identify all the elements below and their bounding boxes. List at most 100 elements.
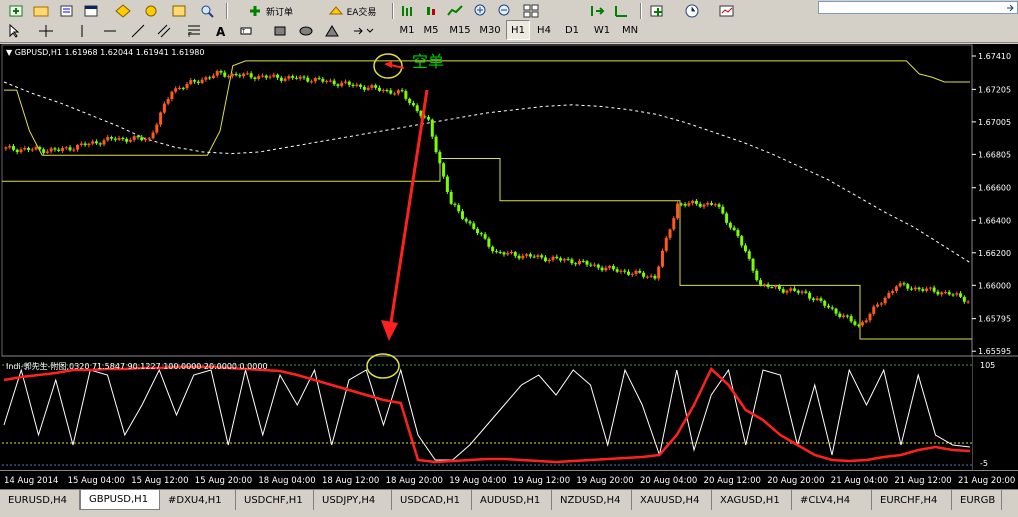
candle-body [672,218,676,230]
indicator-scale-top: 105 [980,361,995,370]
timeframe-m15[interactable]: M15 [446,20,474,40]
search-input[interactable] [818,1,1018,14]
candle-body [528,254,532,257]
timeframe-h1[interactable]: H1 [506,20,530,40]
timeframe-w1[interactable]: W1 [590,20,614,40]
candle-body [506,252,510,255]
expert-advisors-button[interactable]: EA交易 [316,2,388,20]
new-order-button[interactable]: 新订单 [232,2,308,20]
chart-tab[interactable]: USDCHF,H1 [236,490,314,510]
chart-tab[interactable]: EURGB [952,490,1002,510]
timeframe-h4[interactable]: H4 [532,20,556,40]
chart-shift-icon [615,6,627,17]
vertical-line-tool[interactable] [72,22,92,40]
chart-tab[interactable]: USDJPY,H4 [314,490,392,510]
candle-body [755,270,759,281]
candle-body [144,139,148,141]
autoscroll-button[interactable] [586,2,608,20]
price-tick-label: 1.66400 [978,216,1011,225]
cursor-tool[interactable] [4,22,24,40]
price-tick-label: 1.65595 [978,347,1011,356]
candle-body [253,77,257,79]
candle-body [249,73,253,78]
navigator-button[interactable] [112,2,134,20]
candle-body [294,77,298,79]
chart-tab[interactable]: AUDUSD,H1 [472,490,552,510]
timeframe-m30[interactable]: M30 [476,20,504,40]
strategy-tester-button[interactable] [168,2,190,20]
price-tick-label: 1.67205 [978,85,1011,94]
time-axis-label: 19 Aug 12:00 [513,476,570,486]
zoom-in-button[interactable] [470,2,492,20]
line-chart-button[interactable] [444,2,466,20]
arrows-tool[interactable] [348,22,378,40]
zoom-out-button[interactable] [494,2,516,20]
search-button[interactable] [196,2,218,20]
candle-body [227,76,231,78]
chart-window[interactable]: 1.67410 1.67205 1.67005 1.66805 1.66600 1.664… [0,44,1018,488]
crosshair-tool[interactable] [34,22,58,40]
timeframe-m1[interactable]: M1 [396,20,418,40]
horizontal-line-tool[interactable] [100,22,120,40]
data-window-icon [84,5,98,17]
templates-button[interactable] [714,2,740,20]
triangle-tool[interactable] [322,22,342,40]
candle-body [570,259,574,264]
fibonacci-tool[interactable]: F [184,22,204,40]
candle-body [362,86,366,90]
candle-body [479,233,483,235]
ellipse-tool[interactable] [296,22,316,40]
chart-tab[interactable]: #CLV4,H4 [792,490,872,510]
horizontal-line-icon [104,30,116,32]
indicator-info-line: Indi-郭先生-附图,0320 71.5847 90.1227 100.000… [6,361,268,371]
chart-shift-button[interactable] [610,2,632,20]
periods-button[interactable] [680,2,706,20]
candle-body [521,255,525,259]
chart-tab[interactable]: USDCAD,H1 [392,490,472,510]
market-watch-button[interactable] [56,2,78,20]
text-tool[interactable]: A [210,22,230,40]
price-chart[interactable]: 1.67410 1.67205 1.67005 1.66805 1.66600 1.664… [0,44,1018,470]
indicators-button[interactable] [646,2,672,20]
candlestick-button[interactable] [420,2,442,20]
chart-tab[interactable]: EURUSD,H4 [0,490,80,510]
chart-tab[interactable]: NZDUSD,H4 [552,490,632,510]
candle-body [642,272,646,277]
candle-body [600,267,604,271]
candle-body [60,148,64,151]
svg-text:F: F [188,31,192,38]
timeframe-m5[interactable]: M5 [420,20,442,40]
tile-windows-button[interactable] [520,2,542,20]
data-window-button[interactable] [80,2,102,20]
candle-body [713,204,717,206]
chart-tab[interactable]: XAGUSD,H1 [712,490,792,510]
candle-body [328,80,332,82]
chart-tab[interactable]: GBPUSD,H1 [80,490,160,510]
candle-body [366,87,370,90]
candle-body [936,291,940,295]
rectangle-tool[interactable] [270,22,290,40]
navigator-icon [115,4,131,18]
chart-tab[interactable]: XAUUSD,H4 [632,490,712,510]
chart-tab[interactable]: EURCHF,H4 [872,490,952,510]
timeframe-mn[interactable]: MN [618,20,642,40]
new-chart-button[interactable] [4,2,28,20]
profiles-button[interactable] [30,2,52,20]
price-tick-label: 1.66200 [978,249,1011,258]
terminal-button[interactable] [140,2,162,20]
chart-tab[interactable]: #DXU4,H1 [160,490,236,510]
candle-body [268,76,272,78]
price-tick-label: 1.67410 [978,52,1011,61]
search-go-button[interactable] [1002,1,1018,14]
timeframe-d1[interactable]: D1 [560,20,584,40]
bar-chart-icon [402,6,412,16]
candle-body [8,146,12,148]
bar-chart-button[interactable] [396,2,418,20]
label-tool[interactable]: T [236,22,256,40]
trendline-tool[interactable] [128,22,148,40]
channel-tool[interactable] [154,22,174,40]
candle-body [117,138,121,140]
candle-body [502,252,506,255]
candle-body [910,288,914,290]
candle-body [891,291,895,293]
